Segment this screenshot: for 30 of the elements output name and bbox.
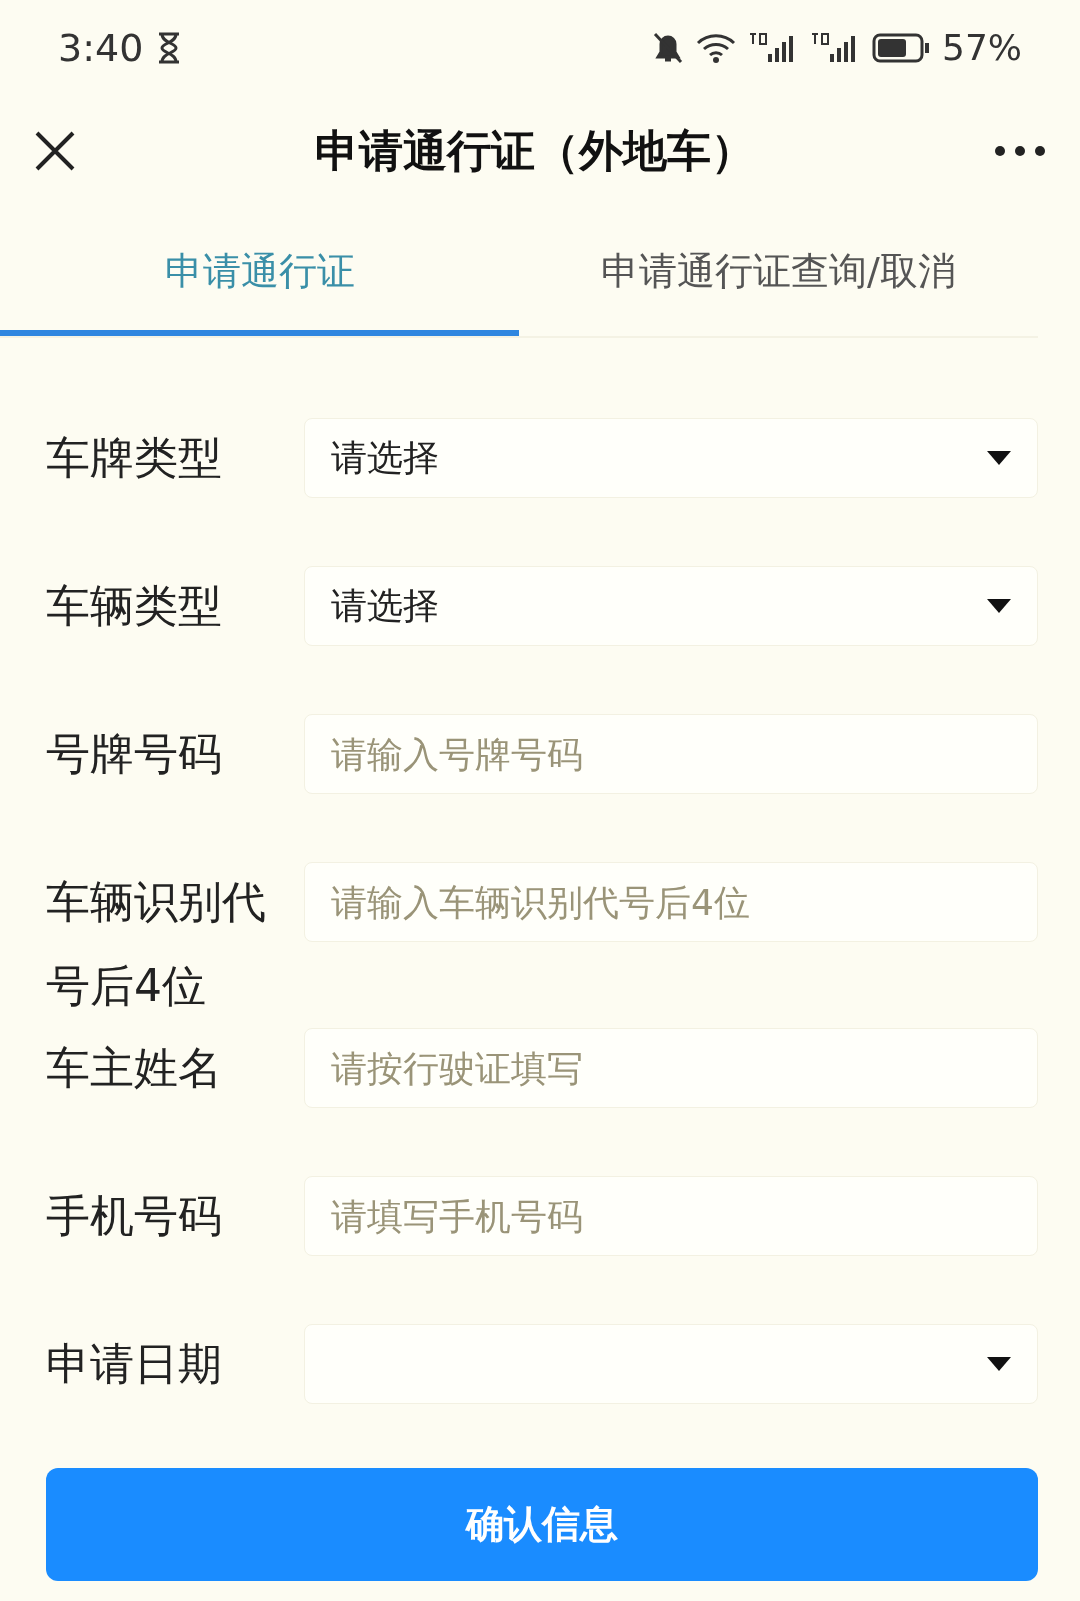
more-icon[interactable] <box>994 145 1046 157</box>
select-field[interactable] <box>304 1324 1038 1404</box>
field-label: 手机号码 <box>46 1189 223 1243</box>
tab[interactable]: 申请通行证 <box>0 212 519 336</box>
mute-bell-icon <box>652 31 684 65</box>
caret-icon <box>987 599 1011 613</box>
input-field[interactable]: 请按行驶证填写 <box>304 1028 1038 1108</box>
input-field[interactable]: 请输入号牌号码 <box>304 714 1038 794</box>
field-label: 车辆类型 <box>46 579 223 633</box>
field-label: 车牌类型 <box>46 431 223 485</box>
close-icon[interactable] <box>34 130 76 172</box>
battery-icon <box>872 33 930 63</box>
select-field[interactable]: 请选择 <box>304 566 1038 646</box>
wifi-icon <box>696 32 736 64</box>
field-label: 车辆识别代号后4位 <box>46 875 267 1013</box>
input-field[interactable]: 请输入车辆识别代号后4位 <box>304 862 1038 942</box>
field-label: 号牌号码 <box>46 727 223 781</box>
caret-icon <box>987 1357 1011 1371</box>
select-value: 请选择 <box>331 584 439 628</box>
page-title: 申请通行证（外地车） <box>315 124 755 178</box>
caret-icon <box>987 451 1011 465</box>
hourglass-icon <box>157 32 182 64</box>
clock-time: 3:40 <box>58 24 144 72</box>
input-field[interactable]: 请填写手机号码 <box>304 1176 1038 1256</box>
select-value: 请选择 <box>331 436 439 480</box>
field-label: 申请日期 <box>46 1337 223 1391</box>
select-field[interactable]: 请选择 <box>304 418 1038 498</box>
field-label: 车主姓名 <box>46 1041 223 1095</box>
battery-percent: 57% <box>942 26 1022 70</box>
tab[interactable]: 申请通行证查询/取消 <box>519 212 1038 336</box>
